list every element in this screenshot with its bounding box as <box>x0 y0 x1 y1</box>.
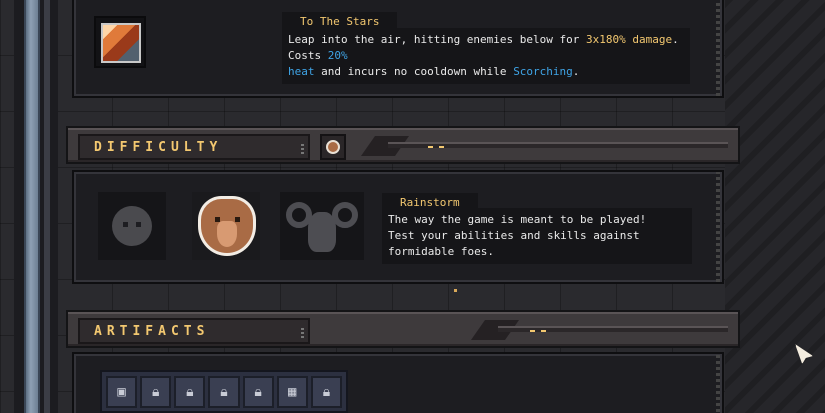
plate-dots <box>301 142 304 154</box>
panel-edge <box>716 354 720 413</box>
artifacts-header-label: ARTIFACTS <box>94 324 210 339</box>
eye <box>235 217 240 222</box>
artifact-slots: ▣ 🔒︎ 🔒︎ 🔒︎ 🔒︎ ▦ 🔒︎ <box>100 370 348 413</box>
artifacts-header: ARTIFACTS <box>66 310 740 348</box>
frame-icon[interactable]: ▣ <box>106 376 138 408</box>
difficulty-desc-line: The way the game is meant to be played! <box>388 213 647 226</box>
left-rail-bar <box>24 0 40 413</box>
difficulty-desc-line: Test your abilities and skills against f… <box>388 229 640 258</box>
skill-damage-value: 3x180% damage <box>586 33 673 46</box>
difficulty-option-drizzle[interactable] <box>98 192 166 260</box>
skill-desc-text: and incurs no cooldown while <box>314 65 514 78</box>
eye <box>136 222 141 227</box>
horn <box>332 202 358 228</box>
plate-dots <box>301 326 304 338</box>
skill-heat-word: heat <box>288 65 315 78</box>
skill-desc-text: Leap into the air, hitting enemies below… <box>288 33 587 46</box>
panel-edge <box>716 172 720 282</box>
skill-description: Leap into the air, hitting enemies below… <box>282 28 690 84</box>
rainstorm-icon <box>198 196 256 256</box>
difficulty-header: DIFFICULTY <box>66 126 740 164</box>
right-decoration <box>725 0 825 413</box>
monsoon-icon <box>286 198 358 254</box>
drizzle-icon <box>112 206 152 246</box>
difficulty-option-rainstorm[interactable] <box>192 192 260 260</box>
lock-icon[interactable]: 🔒︎ <box>174 376 206 408</box>
difficulty-label-plate: DIFFICULTY <box>78 134 310 160</box>
difficulty-option-monsoon[interactable] <box>280 192 364 260</box>
skull <box>308 212 336 252</box>
skill-heat-value: 20% <box>327 49 348 62</box>
header-ticks <box>530 330 552 332</box>
difficulty-description: The way the game is meant to be played! … <box>382 208 692 264</box>
difficulty-header-label: DIFFICULTY <box>94 140 223 155</box>
skill-icon-frame[interactable] <box>94 16 146 68</box>
rainstorm-icon <box>326 140 340 154</box>
lock-icon[interactable]: 🔒︎ <box>208 376 240 408</box>
artifacts-label-plate: ARTIFACTS <box>78 318 310 344</box>
left-rail-bar-inner <box>44 0 50 413</box>
lock-icon[interactable]: 🔒︎ <box>242 376 274 408</box>
skill-desc-text: . <box>572 65 580 78</box>
left-rail <box>14 0 58 413</box>
header-ticks <box>428 146 450 148</box>
leap-skill-icon[interactable] <box>101 23 141 63</box>
panel-edge <box>716 0 720 96</box>
skill-scorching-keyword: Scorching <box>513 65 573 78</box>
separator-dot <box>454 289 457 292</box>
eye <box>123 222 128 227</box>
gate-icon[interactable]: ▦ <box>276 376 308 408</box>
lock-icon[interactable]: 🔒︎ <box>140 376 172 408</box>
snout <box>217 221 237 247</box>
lock-icon[interactable]: 🔒︎ <box>310 376 342 408</box>
selected-difficulty-icon-slot[interactable] <box>320 134 346 160</box>
